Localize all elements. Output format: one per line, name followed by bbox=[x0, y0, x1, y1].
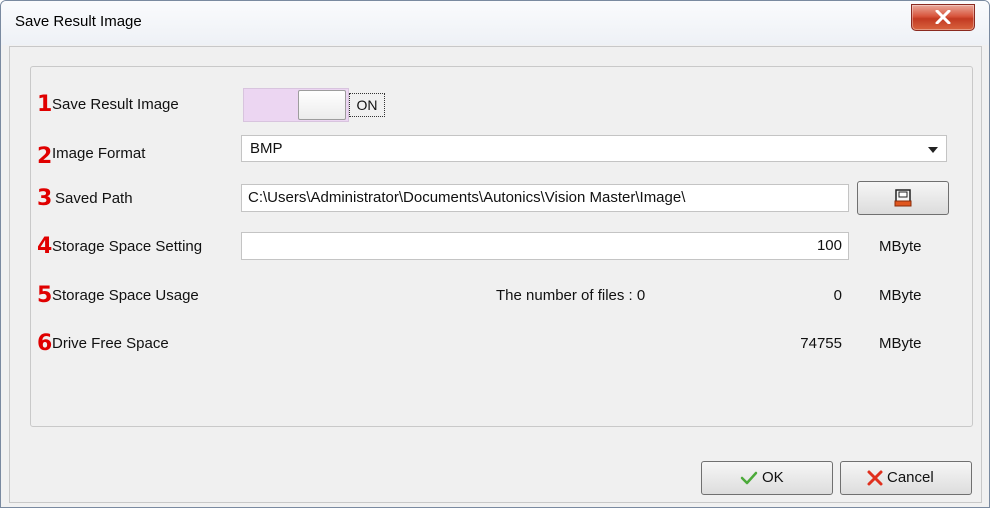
cancel-button[interactable]: Cancel bbox=[840, 461, 972, 495]
image-format-select[interactable]: BMP bbox=[241, 135, 947, 162]
saved-path-field[interactable]: C:\Users\Administrator\Documents\Autonic… bbox=[241, 184, 849, 212]
drive-free-unit: MByte bbox=[879, 335, 922, 352]
cancel-label: Cancel bbox=[887, 469, 934, 486]
ok-label: OK bbox=[762, 469, 784, 486]
annotation-number-2: 2 bbox=[37, 144, 53, 169]
window-title: Save Result Image bbox=[15, 13, 142, 30]
storage-usage-value: 0 bbox=[833, 287, 842, 304]
file-count-text: The number of files : 0 bbox=[496, 287, 646, 304]
storage-setting-field[interactable]: 100 bbox=[241, 232, 849, 260]
close-button[interactable] bbox=[911, 4, 975, 31]
chevron-down-icon bbox=[928, 147, 938, 153]
x-icon bbox=[867, 470, 883, 486]
storage-usage-unit: MByte bbox=[879, 287, 922, 304]
annotation-number-6: 6 bbox=[37, 331, 53, 356]
annotation-number-1: 1 bbox=[37, 92, 53, 117]
image-format-value: BMP bbox=[250, 140, 283, 157]
save-result-label: Save Result Image bbox=[52, 96, 179, 113]
save-result-toggle[interactable] bbox=[243, 88, 349, 122]
drive-free-label: Drive Free Space bbox=[52, 335, 169, 352]
annotation-number-3: 3 bbox=[37, 186, 53, 211]
save-disk-icon bbox=[894, 189, 912, 207]
browse-path-button[interactable] bbox=[857, 181, 949, 215]
annotation-number-5: 5 bbox=[37, 283, 53, 308]
annotation-number-4: 4 bbox=[37, 234, 53, 259]
check-icon bbox=[740, 471, 758, 485]
storage-setting-label: Storage Space Setting bbox=[52, 238, 203, 255]
title-bar[interactable]: Save Result Image bbox=[1, 1, 989, 45]
storage-setting-unit: MByte bbox=[879, 238, 922, 255]
dialog-window: Save Result Image 1 Save Result Image ON… bbox=[0, 0, 990, 508]
image-format-label: Image Format bbox=[52, 145, 146, 162]
toggle-state-text: ON bbox=[349, 93, 385, 117]
dialog-client-area: 1 Save Result Image ON 2 Image Format BM… bbox=[9, 46, 982, 503]
saved-path-label: Saved Path bbox=[55, 190, 133, 207]
toggle-knob[interactable] bbox=[298, 90, 346, 120]
drive-free-value: 74755 bbox=[800, 335, 842, 352]
storage-usage-label: Storage Space Usage bbox=[52, 287, 199, 304]
ok-button[interactable]: OK bbox=[701, 461, 833, 495]
close-icon bbox=[935, 10, 951, 24]
